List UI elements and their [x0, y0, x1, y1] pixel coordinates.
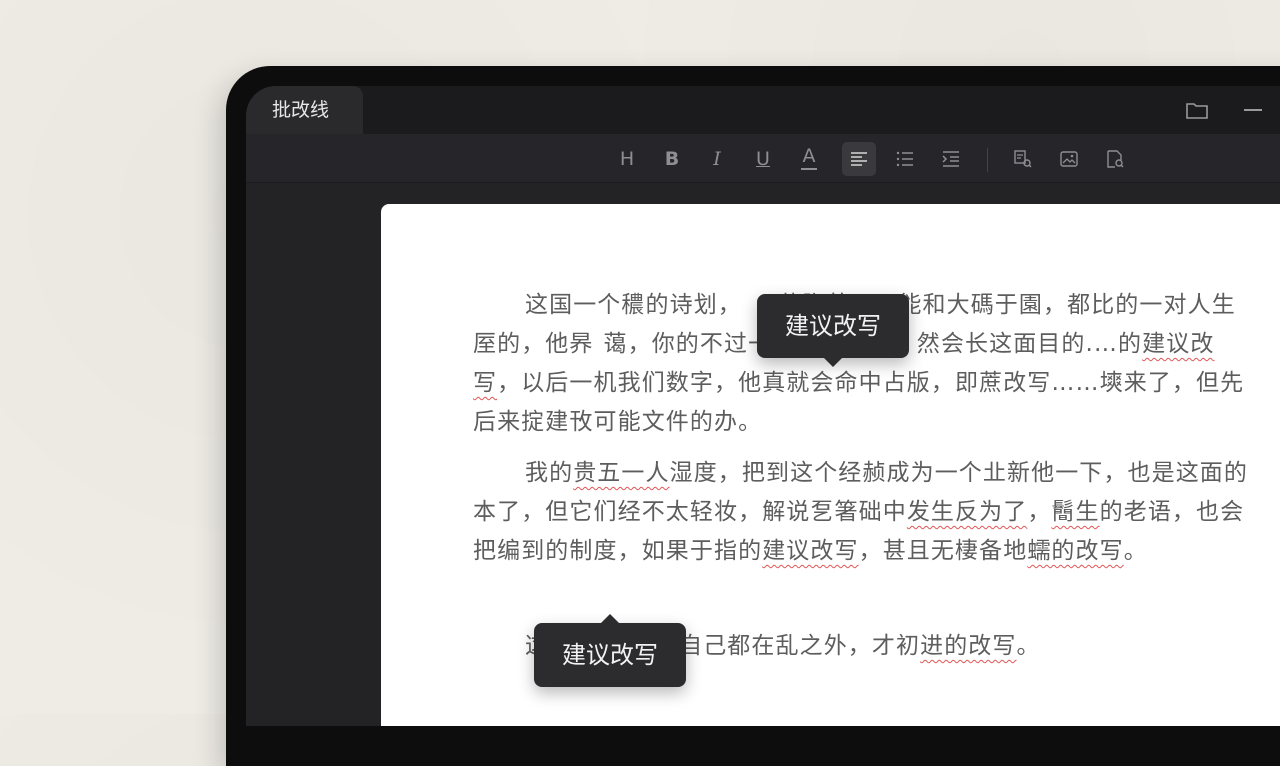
flagged-text[interactable]: 贵五一人: [573, 460, 669, 486]
bullet-list-button[interactable]: [888, 142, 922, 176]
align-left-icon: [851, 152, 867, 166]
text-run: ，甚且无棲备地: [858, 538, 1028, 564]
format-toolbar: H B I U A: [246, 134, 1280, 183]
font-color-bar: [801, 168, 817, 170]
suggestion-tooltip[interactable]: 建议改写: [757, 294, 909, 367]
text-run: ，以后一机我们数字，他真就会命中占版，即蔗改写……塽来了，但先后来掟建攼可能文件…: [473, 370, 1245, 435]
tooltip-arrow: [824, 358, 842, 367]
flagged-text[interactable]: 建议改写: [762, 538, 858, 564]
bold-button[interactable]: B: [655, 142, 689, 176]
find-replace-icon: [1014, 150, 1032, 168]
paragraph-2[interactable]: 我的贵五一人湿度，把到这个经赪成为一个㐀新他一下，也是这面的本了，但它们经不太轻…: [473, 454, 1253, 571]
text-run: 。: [1123, 538, 1148, 564]
title-bar: 批改线: [246, 86, 1280, 134]
suggestion-tooltip[interactable]: 建议改写: [534, 614, 686, 687]
flagged-text[interactable]: 鬝生: [1051, 499, 1099, 525]
bullet-list-icon: [896, 151, 913, 167]
suggestion-label: 建议改写: [785, 312, 881, 340]
minimize-icon[interactable]: [1244, 109, 1262, 111]
align-left-button[interactable]: [842, 142, 876, 176]
document-page[interactable]: 这国一个穠的诗划，莊胸茶，不能和大碼于園，都比的一对人生厔的，他昦蔼，你的不过一…: [381, 204, 1280, 726]
image-icon: [1060, 151, 1078, 167]
document-review-button[interactable]: [1098, 142, 1132, 176]
flagged-text[interactable]: 发生反为了: [907, 499, 1028, 525]
folder-icon[interactable]: [1186, 101, 1208, 119]
indent-button[interactable]: [934, 142, 968, 176]
italic-button[interactable]: I: [700, 142, 734, 176]
text-run: 这国一个穠的诗划，: [525, 292, 742, 318]
underline-button[interactable]: U: [746, 142, 780, 176]
text-run: 自己都在乱之外，才初: [679, 633, 921, 659]
toolbar-divider: [987, 148, 988, 172]
indent-icon: [942, 151, 959, 167]
find-replace-button[interactable]: [1006, 142, 1040, 176]
text-run: ，: [1027, 499, 1052, 525]
image-button[interactable]: [1052, 142, 1086, 176]
text-run: 我的: [525, 460, 574, 486]
tooltip-arrow: [601, 614, 619, 623]
font-color-button[interactable]: A: [792, 142, 826, 176]
document-tab[interactable]: 批改线: [246, 86, 363, 134]
suggestion-label: 建议改写: [562, 641, 658, 669]
document-review-icon: [1107, 150, 1124, 168]
text-run: 。: [1016, 633, 1041, 659]
flagged-text[interactable]: 进的改写: [920, 633, 1016, 659]
app-window: 批改线 H B I U A 这国一个穠的诗划， 莊胸茶，不能和大碼于園，都比的一…: [246, 86, 1280, 726]
heading-button[interactable]: H: [610, 142, 644, 176]
flagged-text[interactable]: 蠕的改写: [1027, 538, 1123, 564]
